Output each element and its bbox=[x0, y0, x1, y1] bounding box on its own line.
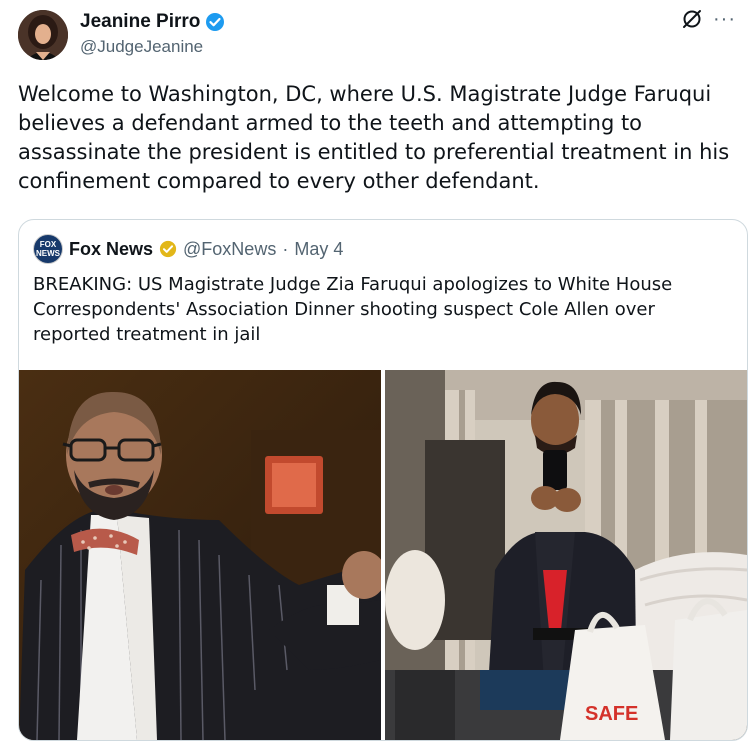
tweet-text: Welcome to Washington, DC, where U.S. Ma… bbox=[18, 82, 730, 193]
fox-news-logo-icon: FOX NEWS bbox=[33, 234, 63, 264]
author-avatar[interactable] bbox=[18, 10, 68, 60]
more-options-icon[interactable]: ··· bbox=[713, 9, 736, 29]
quoted-tweet-text: BREAKING: US Magistrate Judge Zia Faruqu… bbox=[33, 274, 673, 345]
author-name[interactable]: Jeanine Pirro bbox=[80, 11, 200, 33]
avatar-photo bbox=[18, 10, 68, 60]
mirror-selfie-photo[interactable]: SAFE bbox=[385, 370, 747, 740]
bag-text: SAFE bbox=[585, 703, 638, 725]
verified-gold-badge-icon bbox=[159, 240, 177, 258]
quoted-author-name[interactable]: Fox News bbox=[69, 239, 153, 260]
quoted-author-handle[interactable]: @FoxNews bbox=[183, 239, 276, 260]
author-handle[interactable]: @JudgeJeanine bbox=[80, 37, 203, 57]
meta-separator: · bbox=[282, 238, 289, 259]
judge-photo[interactable] bbox=[19, 370, 381, 740]
grok-slashed-circle-icon[interactable] bbox=[681, 8, 703, 30]
quoted-date[interactable]: May 4 bbox=[294, 239, 343, 260]
quoted-tweet[interactable]: FOX NEWS Fox News @FoxNews · May 4 BREAK… bbox=[18, 219, 748, 741]
verified-badge-icon bbox=[206, 13, 225, 31]
